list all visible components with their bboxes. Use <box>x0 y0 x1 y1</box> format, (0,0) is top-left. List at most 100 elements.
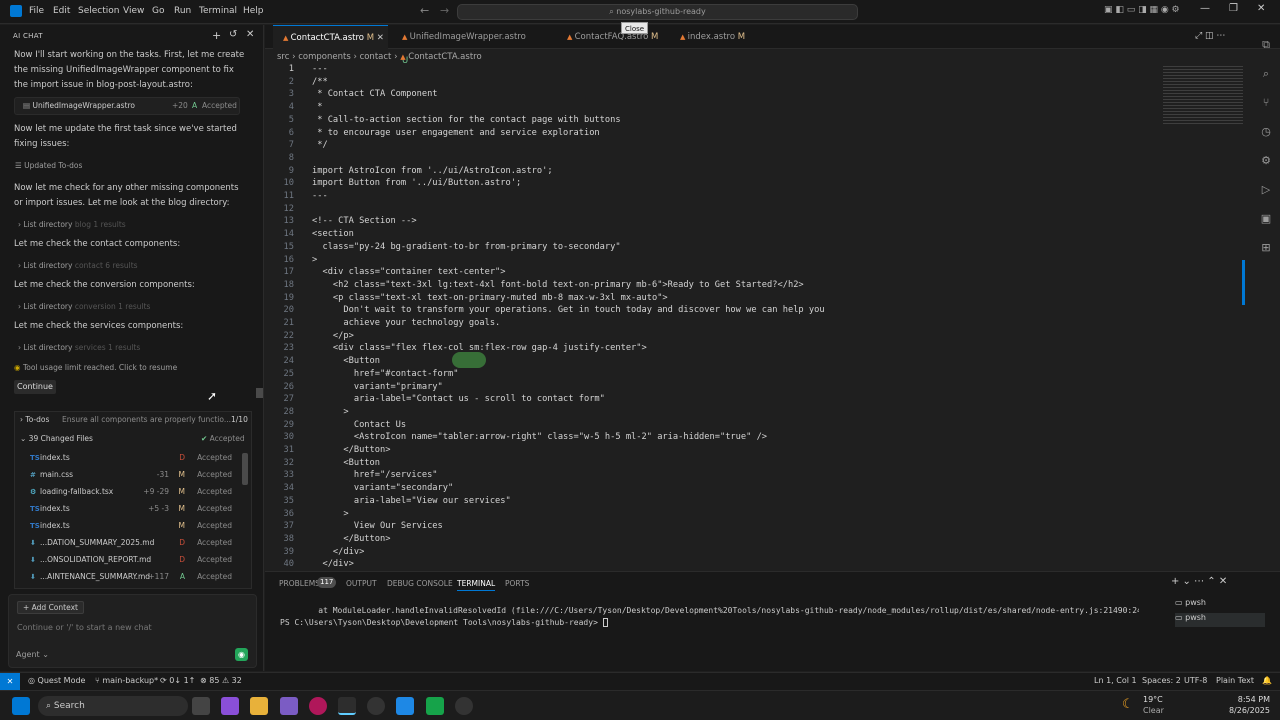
menu-edit[interactable]: Edit <box>53 6 70 16</box>
back-arrow-icon[interactable]: ← <box>420 4 429 17</box>
changed-files-header[interactable]: ⌄ 39 Changed Files <box>20 434 93 443</box>
windows-start-icon[interactable] <box>12 697 30 715</box>
crumb[interactable]: ContactCTA.astro <box>408 52 481 62</box>
language-mode[interactable]: Plain Text <box>1216 676 1254 685</box>
tab-terminal[interactable]: TERMINAL <box>457 579 496 591</box>
menu-help[interactable]: Help <box>243 6 264 16</box>
list-directory-conversion[interactable]: › List directory conversion 1 results <box>18 302 150 311</box>
tab-contactcta[interactable]: ▲ ContactCTA.astro M ✕ <box>273 25 388 49</box>
problems-status[interactable]: ⊗ 85 ⚠ 32 <box>200 676 242 685</box>
file-explorer-icon[interactable] <box>250 697 268 715</box>
terminal-instance[interactable]: ▭ pwsh <box>1175 613 1265 627</box>
app-icon[interactable] <box>309 697 327 715</box>
crumb[interactable]: components <box>298 52 351 62</box>
tab-ports[interactable]: PORTS <box>505 579 529 588</box>
code-line: * Contact CTA Component <box>312 89 438 100</box>
changed-file-row[interactable]: TSindex.ts M Accepted <box>30 517 235 534</box>
changed-file-row[interactable]: TSindex.ts D Accepted <box>30 449 235 466</box>
add-context-button[interactable]: + Add Context <box>17 601 84 614</box>
close-window-button[interactable]: ✕ <box>1257 3 1265 14</box>
layout-icons[interactable]: ▣ ◧ ▭ ◨ ▦ ◉ ⚙ <box>1104 5 1180 15</box>
app-icon[interactable] <box>338 697 356 715</box>
bell-icon[interactable]: 🔔 <box>1262 676 1272 685</box>
changed-file-row[interactable]: ⬇ ...AINTENANCE_SUMMARY.md +117 A Accepted <box>30 568 235 585</box>
minimize-button[interactable]: — <box>1200 3 1210 14</box>
app-icon[interactable] <box>426 697 444 715</box>
cursor-position[interactable]: Ln 1, Col 1 <box>1094 676 1137 685</box>
tool-limit-notice[interactable]: ◉ Tool usage limit reached. Click to res… <box>14 363 177 372</box>
file-card[interactable]: ▤ UnifiedImageWrapper.astro +20 A Accept… <box>14 97 240 115</box>
todos-row[interactable]: › To-dos <box>20 415 49 424</box>
menu-selection[interactable]: Selection <box>78 6 119 16</box>
crumb[interactable]: src <box>277 52 289 62</box>
tab-problems[interactable]: PROBLEMS <box>279 579 320 588</box>
tab-contactfaq[interactable]: ▲ ContactFAQ.astro M <box>557 25 667 49</box>
app-icon[interactable] <box>396 697 414 715</box>
panel-actions-icons[interactable]: + ⌄ ⋯ ⌃ ✕ <box>1171 576 1227 587</box>
indentation[interactable]: Spaces: 2 <box>1142 676 1181 685</box>
encoding[interactable]: UTF-8 <box>1184 676 1207 685</box>
continue-button[interactable]: Continue <box>14 380 56 394</box>
changed-file-row[interactable]: # main.css -31 M Accepted <box>30 466 235 483</box>
menu-view[interactable]: View <box>123 6 144 16</box>
list-directory-contact[interactable]: › List directory contact 6 results <box>18 261 138 270</box>
terminal-prompt[interactable]: PS C:\Users\Tyson\Desktop\Development To… <box>280 618 608 627</box>
taskbar-search[interactable]: ⌕ Search <box>38 696 188 716</box>
chat-scrollbar[interactable] <box>256 388 263 398</box>
crumb[interactable]: contact <box>360 52 392 62</box>
activity-bar[interactable]: ⧉ ⌕ ⑂ ◷ ⚙ ▷ ▣ ⊞ <box>1256 30 1276 262</box>
task-view-icon[interactable] <box>192 697 210 715</box>
new-chat-icon[interactable]: + <box>212 29 221 42</box>
code-line: href="#contact-form" <box>312 368 459 379</box>
menu-run[interactable]: Run <box>174 6 191 16</box>
files-scrollbar[interactable] <box>242 453 248 485</box>
sync-status[interactable]: ⟳ 0↓ 1↑ <box>160 676 195 685</box>
line-number: 23 <box>283 343 294 354</box>
maximize-button[interactable]: ❐ <box>1229 3 1238 14</box>
send-icon[interactable]: ◉ <box>235 648 248 661</box>
quest-mode[interactable]: ◎ Quest Mode <box>28 676 85 685</box>
app-icon[interactable] <box>280 697 298 715</box>
clock-time[interactable]: 8:54 PM <box>1212 695 1270 704</box>
line-number: 29 <box>283 419 294 430</box>
chat-input[interactable]: Continue or '/' to start a new chat <box>17 623 152 632</box>
forward-arrow-icon[interactable]: → <box>440 4 449 17</box>
history-icon[interactable]: ↺ <box>229 29 237 40</box>
changed-file-row[interactable]: ⬇ ...DATION_SUMMARY_2025.md D Accepted <box>30 534 235 551</box>
changed-file-row[interactable]: ⬇ ...ONSOLIDATION_REPORT.md D Accepted <box>30 551 235 568</box>
app-icon[interactable] <box>455 697 473 715</box>
remote-icon[interactable]: ✕ <box>0 673 20 690</box>
editor-scrollbar[interactable] <box>1242 260 1245 305</box>
list-directory-services[interactable]: › List directory services 1 results <box>18 343 140 352</box>
tab-unifiedimagewrapper[interactable]: ▲ UnifiedImageWrapper.astro U <box>392 25 532 66</box>
tab-output[interactable]: OUTPUT <box>346 579 377 588</box>
tab-debug-console[interactable]: DEBUG CONSOLE <box>387 579 453 588</box>
close-tab-icon[interactable]: ✕ <box>377 33 384 43</box>
breadcrumb[interactable]: src › components › contact › ▲ ContactCT… <box>277 52 482 62</box>
code-line: class="py-24 bg-gradient-to-br from-prim… <box>312 241 621 252</box>
branch-status[interactable]: ⑂ main-backup* <box>95 676 158 685</box>
close-chat-icon[interactable]: ✕ <box>246 29 254 40</box>
changed-file-row[interactable]: TSindex.ts +5 -3 M Accepted <box>30 500 235 517</box>
code-editor[interactable]: 1 --- 2 /** 3 * Contact CTA Component 4 * 5 * … <box>265 64 1165 569</box>
checklist-icon: ☰ <box>15 161 25 170</box>
mode-select[interactable]: Agent ⌄ <box>16 650 49 659</box>
editor-actions-icons[interactable]: ⤢ ◫ ⋯ <box>1195 31 1225 41</box>
list-directory-blog[interactable]: › List directory blog 1 results <box>18 220 126 229</box>
command-center[interactable]: ⌕ nosylabs-github-ready <box>457 4 858 20</box>
menu-terminal[interactable]: Terminal <box>199 6 237 16</box>
file-name: ...ONSOLIDATION_REPORT.md <box>40 555 152 564</box>
chat-message: Now let me update the first task since w… <box>14 124 237 149</box>
menu-go[interactable]: Go <box>152 6 164 16</box>
mouse-cursor-icon: ➚ <box>207 389 218 403</box>
clock-date[interactable]: 8/26/2025 <box>1212 706 1270 715</box>
minimap[interactable] <box>1163 64 1243 124</box>
updated-todos[interactable]: ☰ Updated To-dos <box>15 161 82 170</box>
menu-file[interactable]: File <box>29 6 44 16</box>
tab-index[interactable]: ▲ index.astro M <box>670 25 765 49</box>
chat-message: Let me check the conversion components: <box>14 280 195 290</box>
changed-file-row[interactable]: ⚙ loading-fallback.tsx +9 -29 M Accepted <box>30 483 235 500</box>
copilot-icon[interactable] <box>221 697 239 715</box>
terminal-instance[interactable]: ▭ pwsh <box>1175 598 1265 612</box>
app-icon[interactable] <box>367 697 385 715</box>
